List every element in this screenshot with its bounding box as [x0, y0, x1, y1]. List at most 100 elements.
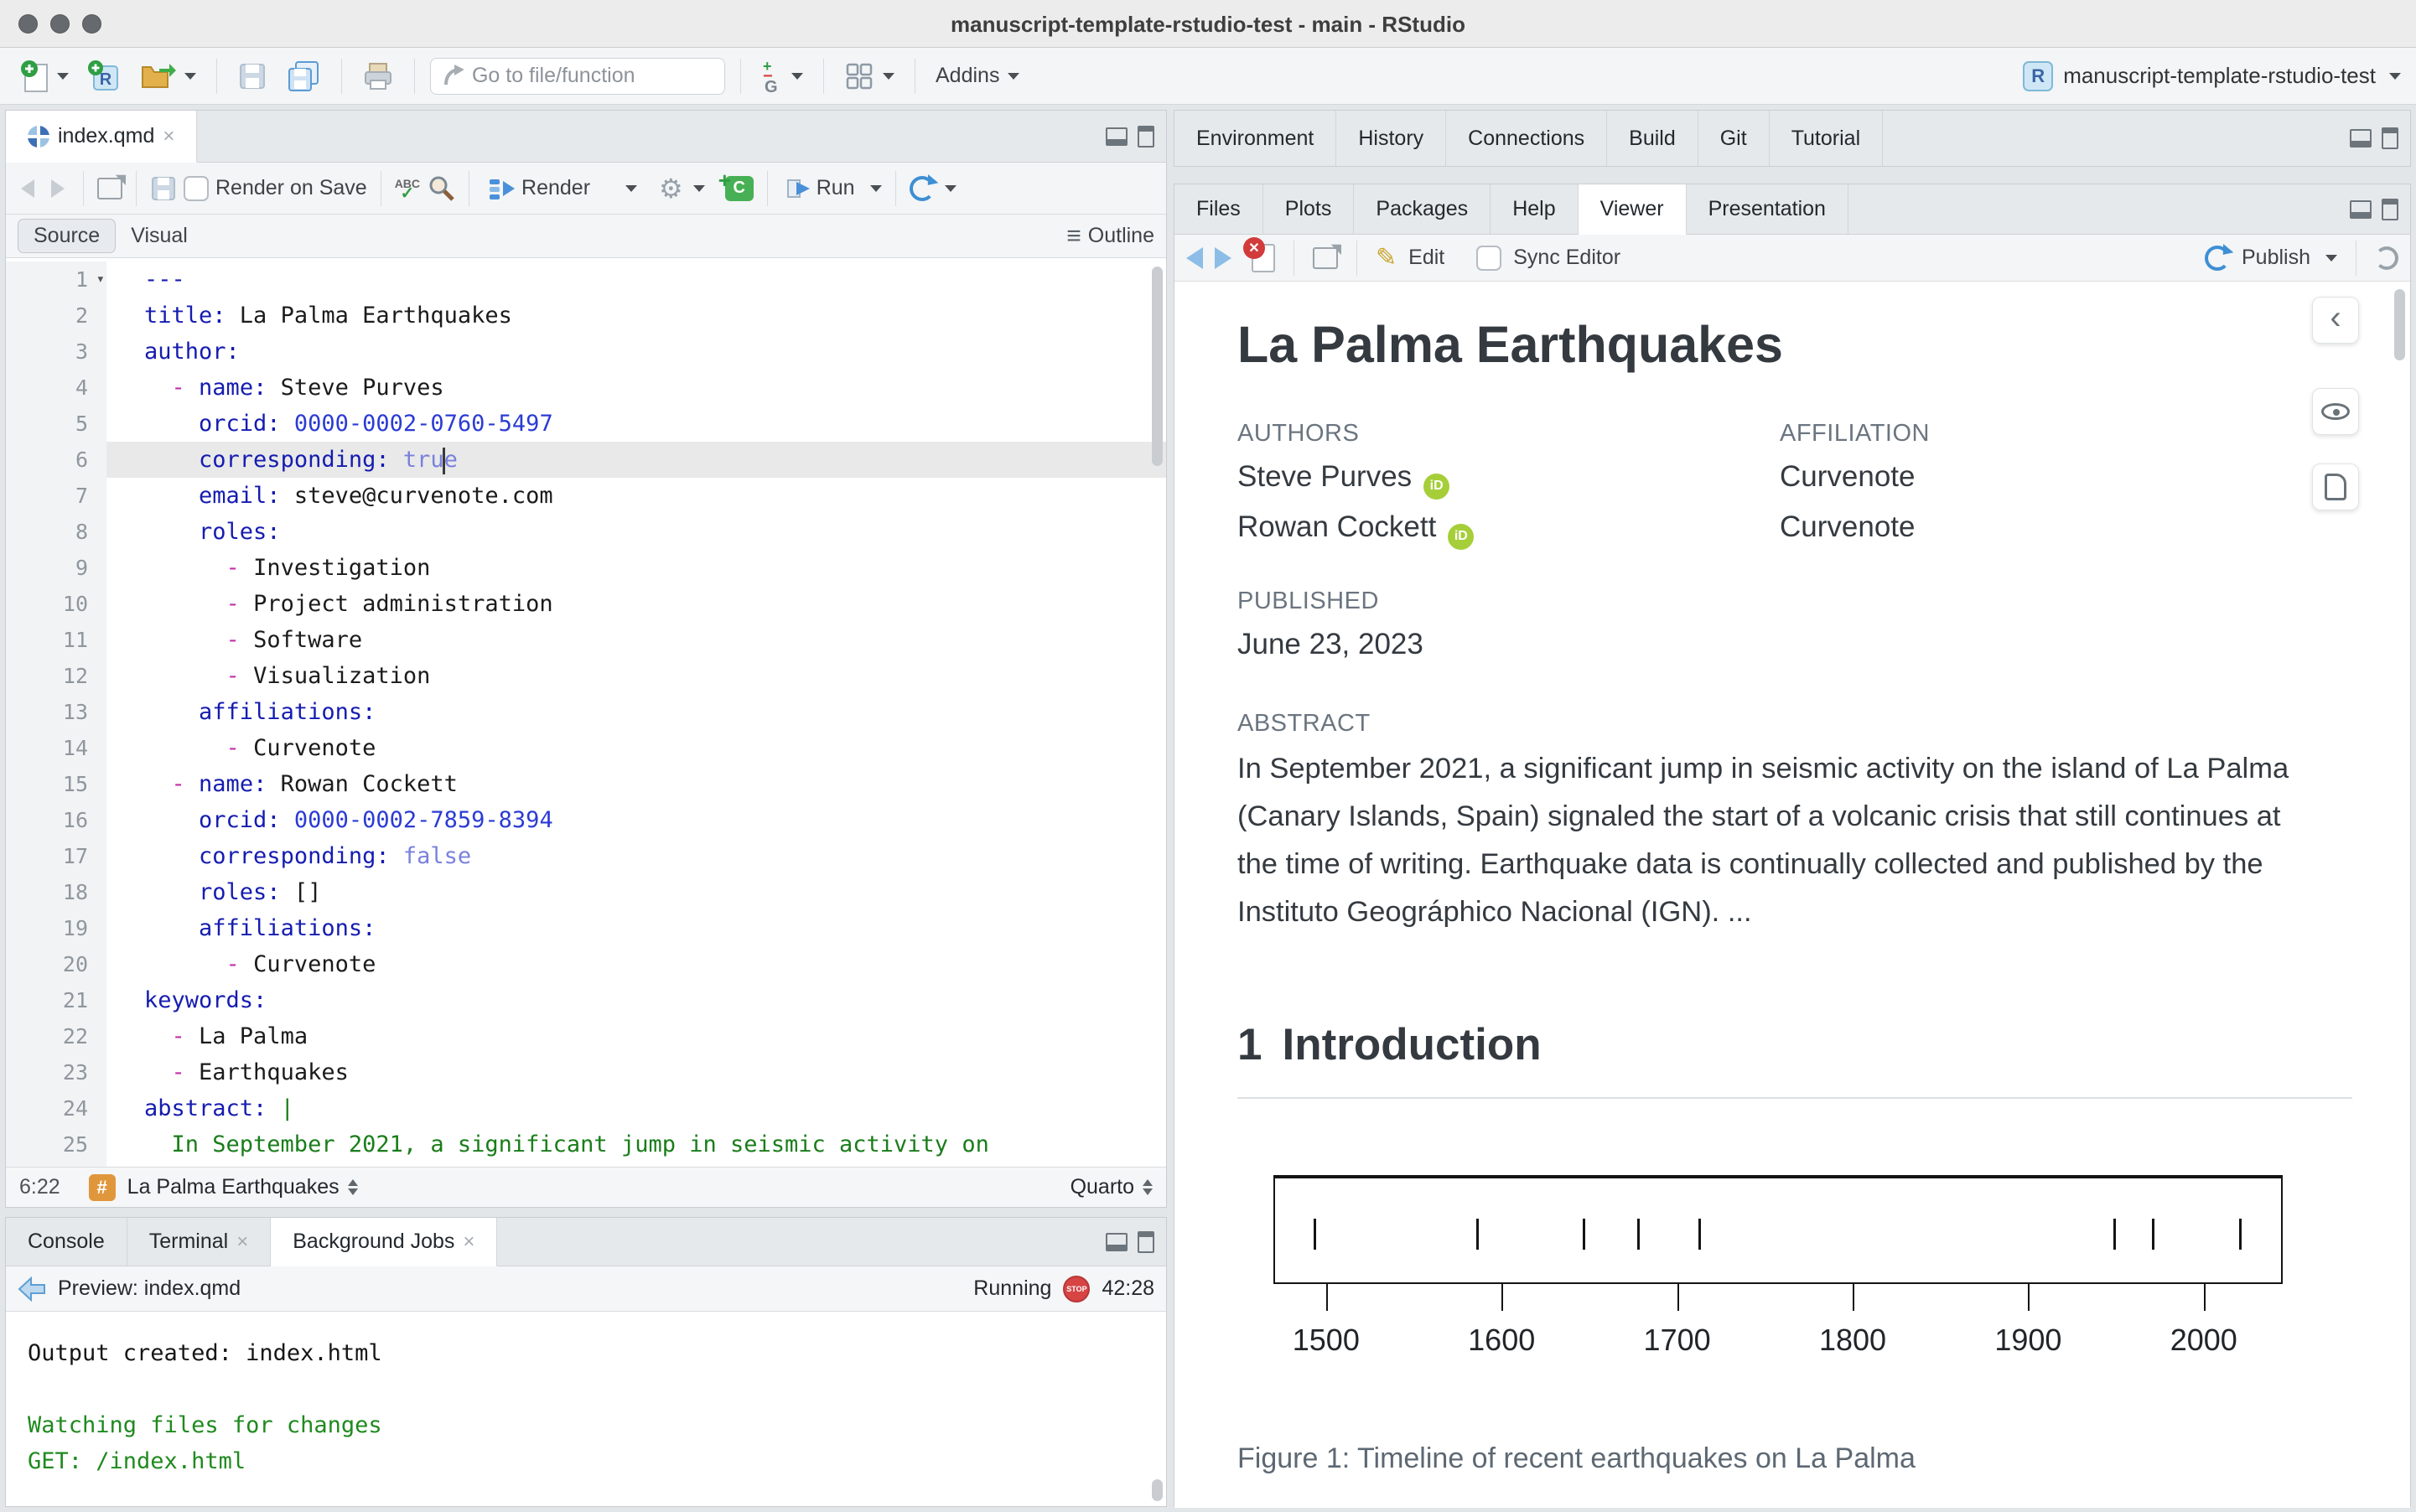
rerun-icon[interactable]	[909, 175, 935, 201]
tab-build[interactable]: Build	[1607, 111, 1698, 166]
code-line[interactable]: 14 - Curvenote	[6, 730, 1166, 766]
clear-viewer-button[interactable]: ✕	[1243, 236, 1275, 272]
code-line[interactable]: 15 - name: Rowan Cockett	[6, 766, 1166, 802]
orcid-icon[interactable]: iD	[1423, 473, 1450, 500]
save-all-button[interactable]	[281, 57, 326, 96]
minimize-pane-icon[interactable]	[1106, 1232, 1128, 1251]
workspace-panes-button[interactable]	[839, 58, 900, 95]
code-line[interactable]: 5 orcid: 0000-0002-0760-5497	[6, 406, 1166, 442]
source-forward-button[interactable]	[46, 176, 70, 201]
close-background-jobs-icon[interactable]: ×	[463, 1230, 474, 1254]
code-line[interactable]: 20 - Curvenote	[6, 946, 1166, 982]
minimize-pane-icon[interactable]	[2350, 129, 2372, 148]
close-terminal-icon[interactable]: ×	[236, 1230, 248, 1254]
render-button[interactable]: Render	[483, 173, 595, 205]
tab-index-qmd[interactable]: index.qmd ×	[6, 111, 198, 163]
tab-viewer[interactable]: Viewer	[1578, 184, 1687, 235]
source-back-button[interactable]	[16, 176, 39, 201]
render-on-save-checkbox[interactable]	[184, 175, 209, 201]
code-line[interactable]: 22 - La Palma	[6, 1018, 1166, 1054]
notes-button[interactable]	[2312, 463, 2359, 510]
format-sort-arrows-icon[interactable]	[1143, 1179, 1153, 1195]
minimize-pane-icon[interactable]	[2350, 199, 2372, 219]
print-button[interactable]	[357, 57, 399, 96]
edit-pencil-icon[interactable]: ✎	[1376, 243, 1397, 272]
goto-file-input[interactable]	[471, 64, 713, 88]
insert-chunk-button[interactable]: + C	[718, 168, 754, 201]
publish-label[interactable]: Publish	[2242, 246, 2310, 270]
refresh-viewer-icon[interactable]	[2375, 246, 2398, 270]
code-line[interactable]: 21 keywords:	[6, 982, 1166, 1018]
code-line[interactable]: 10 - Project administration	[6, 586, 1166, 622]
maximize-pane-icon[interactable]	[2382, 127, 2398, 149]
publish-icon[interactable]	[2205, 245, 2230, 271]
outline-button[interactable]: ≡ Outline	[1066, 222, 1154, 251]
save-button[interactable]	[232, 58, 272, 95]
rerun-caret[interactable]	[944, 184, 957, 192]
tab-history[interactable]: History	[1336, 111, 1447, 166]
publish-caret[interactable]	[2325, 254, 2337, 261]
code-line[interactable]: 16 orcid: 0000-0002-7859-8394	[6, 802, 1166, 838]
tab-tutorial[interactable]: Tutorial	[1770, 111, 1884, 166]
code-line[interactable]: 24 abstract: |	[6, 1090, 1166, 1126]
code-line[interactable]: 12 - Visualization	[6, 658, 1166, 694]
console-scrollbar[interactable]	[1152, 1479, 1163, 1501]
render-caret[interactable]	[625, 184, 638, 192]
code-line[interactable]: 6 corresponding: true	[6, 442, 1166, 478]
save-source-icon[interactable]	[150, 175, 177, 202]
collapse-toc-button[interactable]: ‹	[2312, 297, 2359, 344]
orcid-icon[interactable]: iD	[1448, 523, 1475, 550]
tab-help[interactable]: Help	[1491, 184, 1579, 234]
tab-connections[interactable]: Connections	[1446, 111, 1608, 166]
file-format-selector[interactable]: Quarto	[1071, 1175, 1134, 1199]
code-line[interactable]: 4 - name: Steve Purves	[6, 370, 1166, 406]
maximize-pane-icon[interactable]	[2382, 198, 2398, 220]
viewer-back-button[interactable]	[1186, 246, 1203, 269]
project-menu-button[interactable]: R manuscript-template-rstudio-test	[2023, 60, 2401, 91]
tab-plots[interactable]: Plots	[1263, 184, 1355, 234]
close-tab-icon[interactable]: ×	[163, 125, 174, 148]
spellcheck-icon[interactable]: ABC ✓	[395, 178, 420, 202]
tab-console[interactable]: Console	[6, 1218, 127, 1266]
mode-visual-button[interactable]: Visual	[116, 220, 203, 252]
tab-presentation[interactable]: Presentation	[1687, 184, 1848, 234]
tab-background-jobs[interactable]: Background Jobs ×	[271, 1218, 498, 1266]
rendered-document[interactable]: La Palma Earthquakes AUTHORS AFFILIATION…	[1174, 282, 2410, 1508]
fold-arrow-icon[interactable]: ▾	[96, 261, 105, 298]
goto-file-search[interactable]	[430, 57, 725, 95]
run-caret[interactable]	[869, 184, 882, 192]
maximize-pane-icon[interactable]	[1138, 125, 1154, 148]
code-line[interactable]: 13 affiliations:	[6, 694, 1166, 730]
tab-files[interactable]: Files	[1174, 184, 1263, 234]
version-control-button[interactable]: + − G	[756, 56, 808, 96]
tab-terminal[interactable]: Terminal ×	[127, 1218, 272, 1266]
new-project-button[interactable]: R	[82, 56, 126, 96]
open-file-button[interactable]	[134, 57, 201, 96]
tab-packages[interactable]: Packages	[1354, 184, 1491, 234]
code-line[interactable]: 17 corresponding: false	[6, 838, 1166, 874]
code-line[interactable]: 1 ▾ ---	[6, 261, 1166, 298]
code-line[interactable]: 18 roles: []	[6, 874, 1166, 910]
maximize-pane-icon[interactable]	[1138, 1230, 1154, 1253]
reader-view-button[interactable]	[2312, 388, 2359, 435]
search-icon[interactable]	[427, 174, 455, 203]
code-line[interactable]: 7 email: steve@curvenote.com	[6, 478, 1166, 514]
open-new-window-icon[interactable]	[97, 171, 126, 199]
viewer-scrollbar[interactable]	[2394, 289, 2405, 360]
symbol-sort-arrows-icon[interactable]	[347, 1179, 358, 1195]
new-file-button[interactable]	[15, 56, 74, 96]
code-line[interactable]: 3 author:	[6, 334, 1166, 370]
open-in-browser-icon[interactable]	[1313, 241, 1341, 269]
run-button[interactable]: Run	[781, 173, 860, 204]
stop-job-button[interactable]: STOP	[1063, 1275, 1091, 1302]
editor-scrollbar[interactable]	[1152, 267, 1163, 466]
code-line[interactable]: 9 - Investigation	[6, 550, 1166, 586]
job-back-icon[interactable]	[18, 1276, 46, 1302]
viewer-forward-button[interactable]	[1215, 246, 1231, 269]
code-line[interactable]: 25 In September 2021, a significant jump…	[6, 1126, 1166, 1162]
addins-button[interactable]: Addins	[931, 60, 1024, 91]
mode-source-button[interactable]: Source	[18, 219, 117, 253]
code-line[interactable]: 2 title: La Palma Earthquakes	[6, 298, 1166, 334]
code-line[interactable]: 23 - Earthquakes	[6, 1054, 1166, 1090]
edit-label[interactable]: Edit	[1408, 246, 1444, 270]
